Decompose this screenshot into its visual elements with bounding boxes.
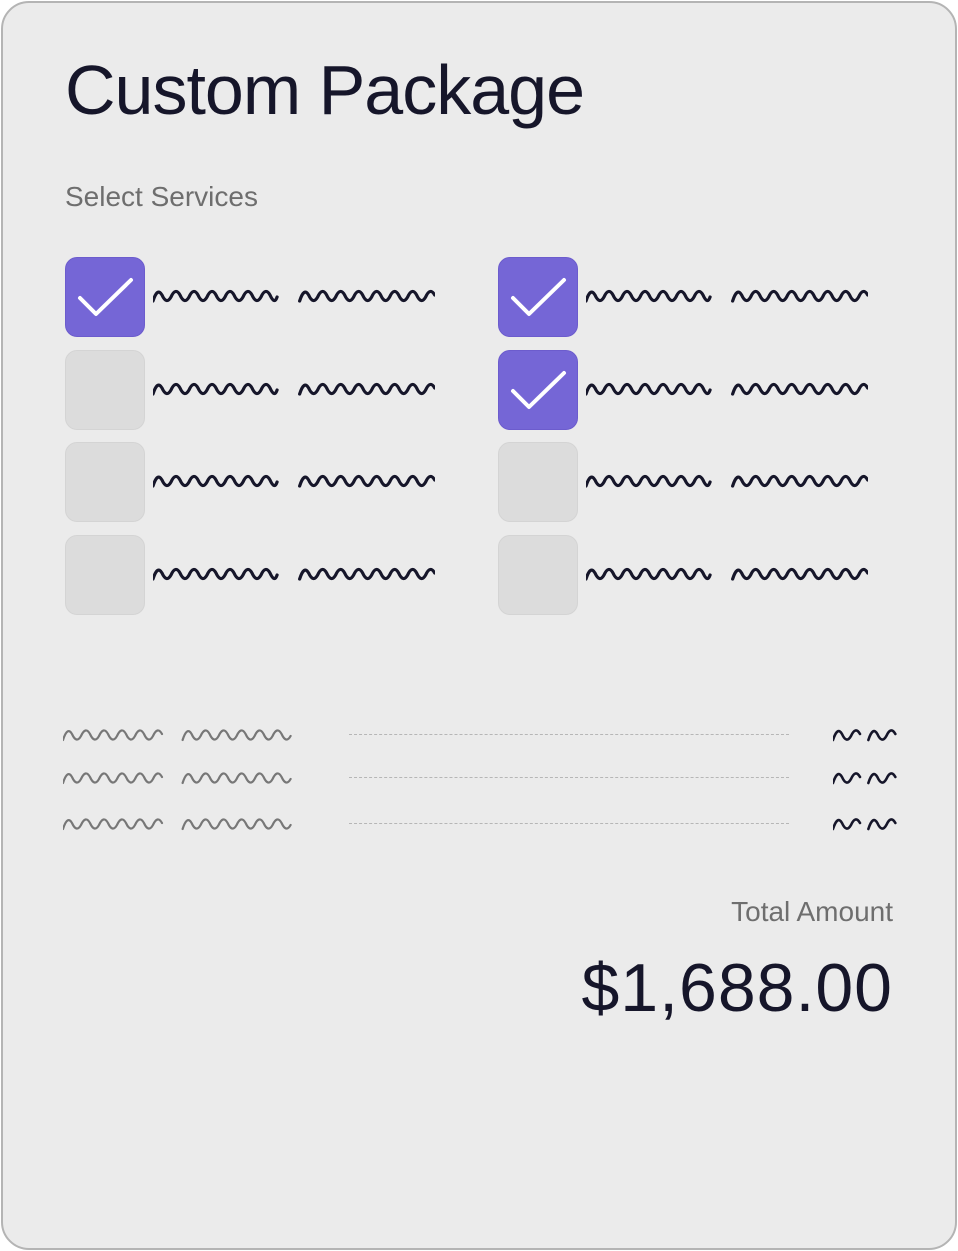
service-label-placeholder <box>153 567 435 581</box>
summary-line-amount-placeholder <box>833 818 897 831</box>
summary-line-label-placeholder <box>63 729 292 742</box>
service-checkbox[interactable] <box>498 535 578 615</box>
service-label-placeholder <box>153 382 435 396</box>
summary-line-label-placeholder <box>63 818 292 831</box>
service-label-placeholder <box>586 382 868 396</box>
summary-line-amount-placeholder <box>833 729 897 742</box>
summary-line-item <box>63 767 903 791</box>
page-title: Custom Package <box>65 51 585 129</box>
summary-line-item <box>63 813 903 837</box>
service-checkbox[interactable] <box>65 442 145 522</box>
service-option[interactable] <box>65 442 445 522</box>
service-label-placeholder <box>153 289 435 303</box>
service-option[interactable] <box>65 257 445 337</box>
service-checkbox[interactable] <box>65 257 145 337</box>
service-checkbox[interactable] <box>498 350 578 430</box>
service-label-placeholder <box>586 567 868 581</box>
total-amount-value: $1,688.00 <box>581 950 893 1026</box>
service-option[interactable] <box>498 350 878 430</box>
custom-package-card: Custom Package Select Services Total Amo… <box>1 1 957 1250</box>
dotted-leader <box>349 823 789 824</box>
service-checkbox[interactable] <box>498 257 578 337</box>
service-option[interactable] <box>498 257 878 337</box>
check-icon <box>511 371 566 409</box>
dotted-leader <box>349 734 789 735</box>
check-icon <box>511 278 566 316</box>
summary-line-item <box>63 724 903 748</box>
check-icon <box>78 278 133 316</box>
service-option[interactable] <box>65 350 445 430</box>
dotted-leader <box>349 777 789 778</box>
service-checkbox[interactable] <box>65 350 145 430</box>
service-label-placeholder <box>153 474 435 488</box>
service-checkbox[interactable] <box>498 442 578 522</box>
service-label-placeholder <box>586 289 868 303</box>
service-option[interactable] <box>498 535 878 615</box>
summary-line-amount-placeholder <box>833 772 897 785</box>
service-option[interactable] <box>65 535 445 615</box>
section-label-select-services: Select Services <box>65 181 258 212</box>
service-label-placeholder <box>586 474 868 488</box>
service-option[interactable] <box>498 442 878 522</box>
service-checkbox[interactable] <box>65 535 145 615</box>
total-amount-label: Total Amount <box>731 896 893 927</box>
summary-line-label-placeholder <box>63 772 292 785</box>
